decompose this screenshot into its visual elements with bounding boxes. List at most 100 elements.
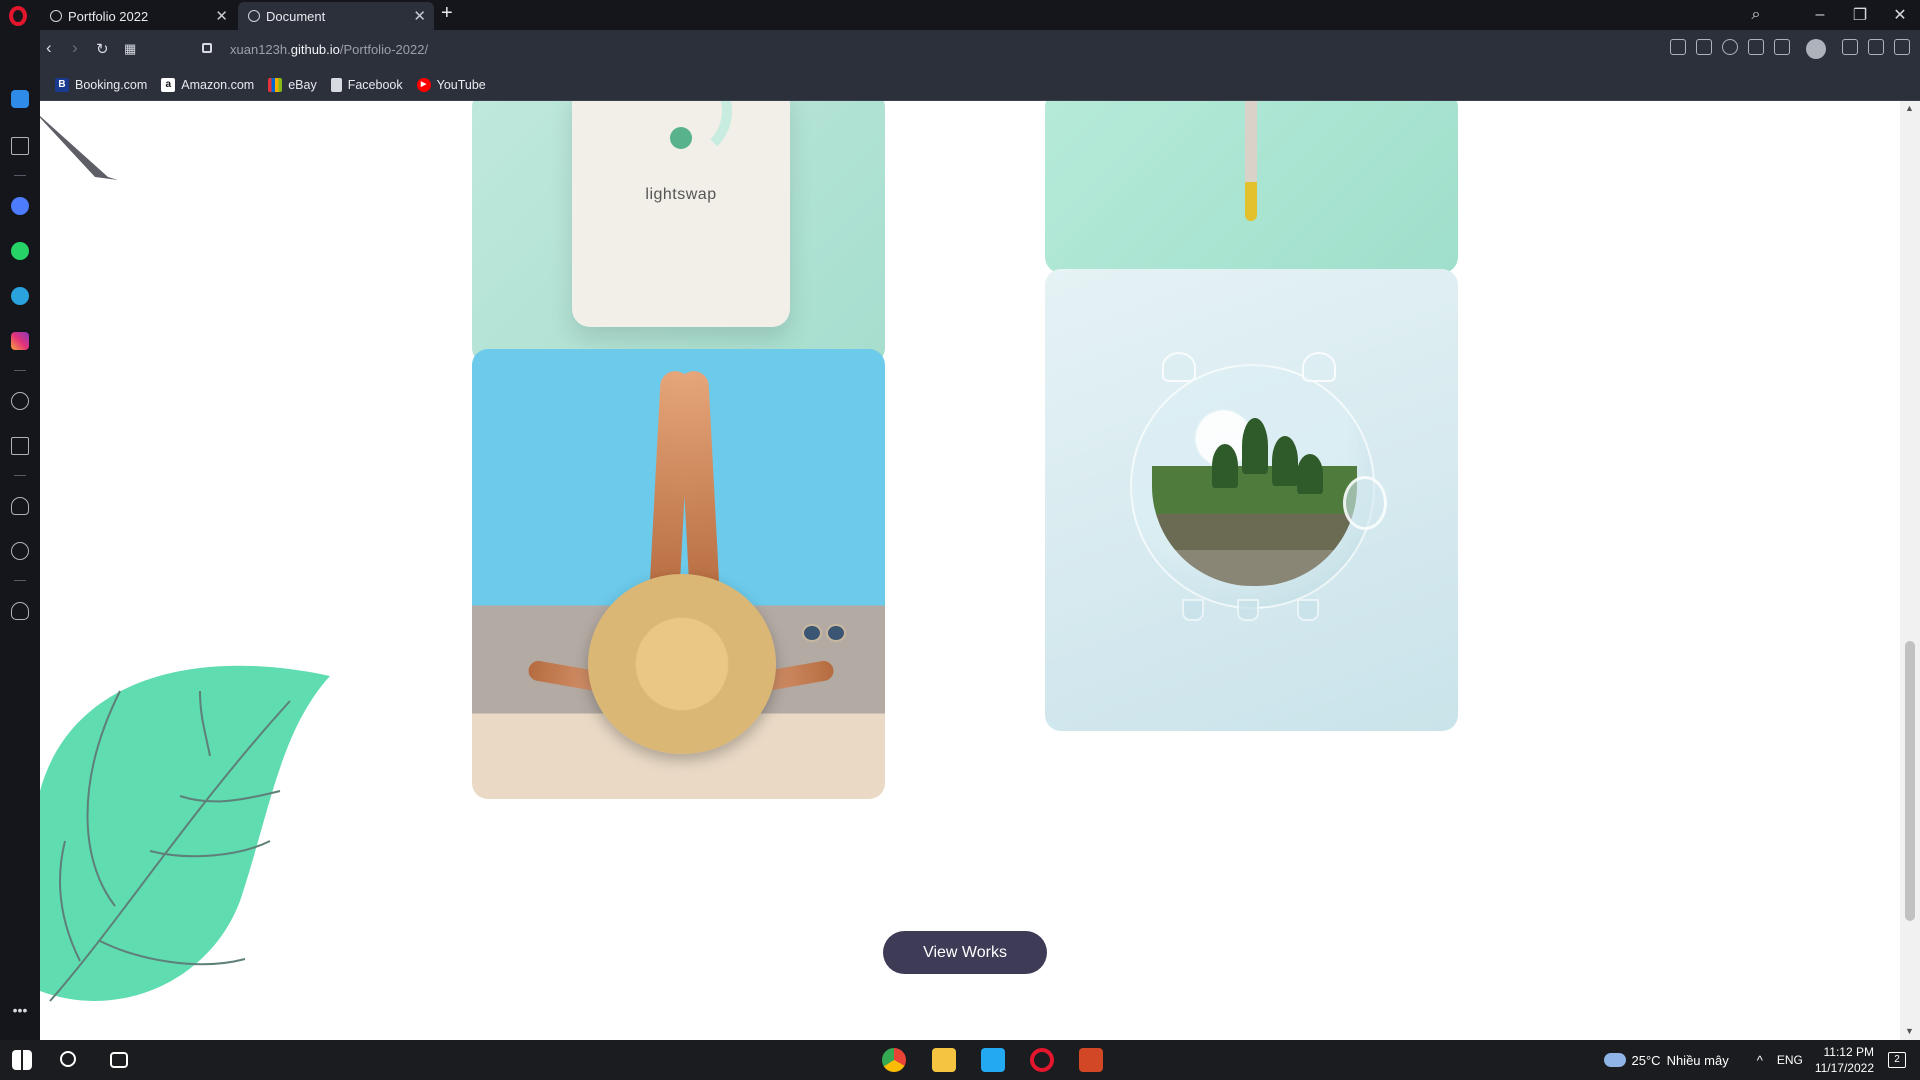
player-icon[interactable] xyxy=(11,392,29,410)
glass-piggy-bank-image xyxy=(1130,352,1387,621)
whatsapp-icon[interactable] xyxy=(11,242,29,260)
bookmark-label: YouTube xyxy=(436,78,486,92)
scrollbar-thumb[interactable] xyxy=(1905,641,1915,921)
decorative-stroke xyxy=(40,115,118,180)
windows-taskbar: 25°C Nhiều mây ^ ENG 11:12 PM 11/17/2022… xyxy=(0,1040,1920,1080)
restore-button[interactable]: ❐ xyxy=(1840,5,1880,25)
project-card-lightswap[interactable]: lightswap xyxy=(472,101,885,364)
file-icon xyxy=(330,78,342,92)
project-card-terrarium[interactable] xyxy=(1045,269,1458,731)
system-tray: 25°C Nhiều mây ^ ENG 11:12 PM 11/17/2022… xyxy=(1603,1040,1920,1080)
url-path: /Portfolio-2022/ xyxy=(339,42,429,57)
lock-icon[interactable] xyxy=(202,43,212,53)
globe-icon xyxy=(50,10,62,22)
bookmark-youtube[interactable]: ▶ YouTube xyxy=(416,78,486,92)
scroll-down-icon[interactable]: ▼ xyxy=(1905,1026,1914,1036)
project-card-brush[interactable] xyxy=(1045,101,1458,273)
window-controls: ⌕ – ❐ ✕ xyxy=(1736,0,1920,30)
snapshot-icon[interactable] xyxy=(1696,39,1712,55)
straw-hat xyxy=(588,574,776,754)
url-field[interactable]: xuan123h.github.io/Portfolio-2022/ xyxy=(230,42,428,57)
close-tab-icon[interactable]: ✕ xyxy=(215,7,228,25)
bookmark-label: eBay xyxy=(288,78,317,92)
speed-dial-icon[interactable] xyxy=(11,137,29,155)
scroll-up-icon[interactable]: ▲ xyxy=(1905,103,1914,113)
opera-sidebar: ••• xyxy=(0,30,40,1040)
youtube-icon: ▶ xyxy=(416,78,431,92)
file-explorer-icon[interactable] xyxy=(932,1048,956,1072)
amazon-icon: a xyxy=(161,78,176,92)
telegram-icon[interactable] xyxy=(11,287,29,305)
clock-time: 11:12 PM xyxy=(1823,1045,1874,1059)
close-tab-icon[interactable]: ✕ xyxy=(413,7,426,25)
toolbar-icons xyxy=(1670,39,1910,59)
download-icon[interactable] xyxy=(1842,39,1858,55)
forward-button[interactable]: › xyxy=(72,38,78,58)
bag-logo-text: lightswap xyxy=(645,186,717,203)
new-tab-button[interactable]: + xyxy=(441,2,453,25)
clock-date: 11/17/2022 xyxy=(1814,1061,1874,1075)
more-icon[interactable]: ••• xyxy=(11,1003,29,1023)
booking-icon: B xyxy=(55,78,69,92)
page-viewport: lightswap View Works xyxy=(40,101,1900,1040)
bookmarks-bar: B Booking.com a Amazon.com eBay Facebook… xyxy=(40,70,1920,101)
heart-icon[interactable] xyxy=(11,497,29,515)
history-icon[interactable] xyxy=(11,542,29,560)
instagram-icon[interactable] xyxy=(11,332,29,350)
share-icon[interactable] xyxy=(1670,39,1686,55)
notifications-icon[interactable]: 2 xyxy=(1888,1052,1906,1068)
bookmark-label: Amazon.com xyxy=(181,78,255,92)
heart-icon[interactable] xyxy=(1774,39,1790,55)
sunglasses xyxy=(802,624,852,644)
weather-cloud-icon[interactable] xyxy=(1603,1053,1626,1067)
task-view-icon[interactable] xyxy=(110,1052,128,1068)
chevron-up-icon[interactable]: ^ xyxy=(1757,1053,1763,1068)
tabs-grid-icon[interactable]: ▦ xyxy=(124,41,136,57)
brush-image xyxy=(1245,101,1257,221)
close-window-button[interactable]: ✕ xyxy=(1880,5,1920,25)
weather-temp[interactable]: 25°C xyxy=(1632,1053,1661,1068)
bookmark-facebook[interactable]: Facebook xyxy=(330,78,403,92)
address-bar: ‹ › ↻ ▦ xuan123h.github.io/Portfolio-202… xyxy=(40,30,1920,70)
bookmark-ebay[interactable]: eBay xyxy=(268,78,317,92)
clock[interactable]: 11:12 PM 11/17/2022 xyxy=(1815,1044,1874,1076)
easy-setup-icon[interactable] xyxy=(1894,39,1910,55)
chrome-icon[interactable] xyxy=(882,1048,906,1072)
project-card-beach[interactable] xyxy=(472,349,885,799)
tote-bag-image: lightswap xyxy=(572,101,790,327)
powerpoint-icon[interactable] xyxy=(1079,1048,1103,1072)
weather-text[interactable]: Nhiều mây xyxy=(1667,1053,1729,1068)
lightbulb-icon[interactable] xyxy=(11,602,29,620)
page-scrollbar[interactable]: ▲ ▼ xyxy=(1900,101,1920,1040)
search-icon[interactable] xyxy=(60,1051,76,1067)
bookmark-label: Booking.com xyxy=(75,78,148,92)
back-button[interactable]: ‹ xyxy=(46,38,52,58)
tab-title: Document xyxy=(266,8,326,24)
minimize-button[interactable]: – xyxy=(1800,6,1840,24)
messenger-icon[interactable] xyxy=(11,197,29,215)
bookmark-label: Facebook xyxy=(347,78,403,92)
ebay-icon xyxy=(268,78,283,92)
reload-button[interactable]: ↻ xyxy=(96,40,109,58)
battery-icon[interactable] xyxy=(1868,39,1884,55)
opera-menu-icon[interactable] xyxy=(9,6,27,26)
vscode-icon[interactable] xyxy=(981,1048,1005,1072)
adblock-icon[interactable] xyxy=(1722,39,1738,55)
tab-portfolio[interactable]: Portfolio 2022 ✕ xyxy=(40,2,236,30)
send-icon[interactable] xyxy=(1748,39,1764,55)
search-tabs-icon[interactable]: ⌕ xyxy=(1736,6,1776,24)
send-icon[interactable] xyxy=(11,437,29,455)
url-host-prefix: xuan123h. xyxy=(230,42,291,57)
windows-start-icon[interactable] xyxy=(12,1050,32,1070)
home-icon[interactable] xyxy=(11,90,29,108)
globe-icon xyxy=(248,10,260,22)
bookmark-booking[interactable]: B Booking.com xyxy=(55,78,147,92)
tab-document[interactable]: Document ✕ xyxy=(238,2,434,30)
profile-avatar[interactable] xyxy=(1806,39,1826,59)
opera-taskbar-icon[interactable] xyxy=(1030,1048,1054,1072)
view-works-button[interactable]: View Works xyxy=(883,931,1047,974)
language-indicator[interactable]: ENG xyxy=(1777,1053,1803,1067)
bookmark-amazon[interactable]: a Amazon.com xyxy=(161,78,254,92)
leaf-illustration xyxy=(40,665,330,1002)
tab-title: Portfolio 2022 xyxy=(68,8,149,24)
